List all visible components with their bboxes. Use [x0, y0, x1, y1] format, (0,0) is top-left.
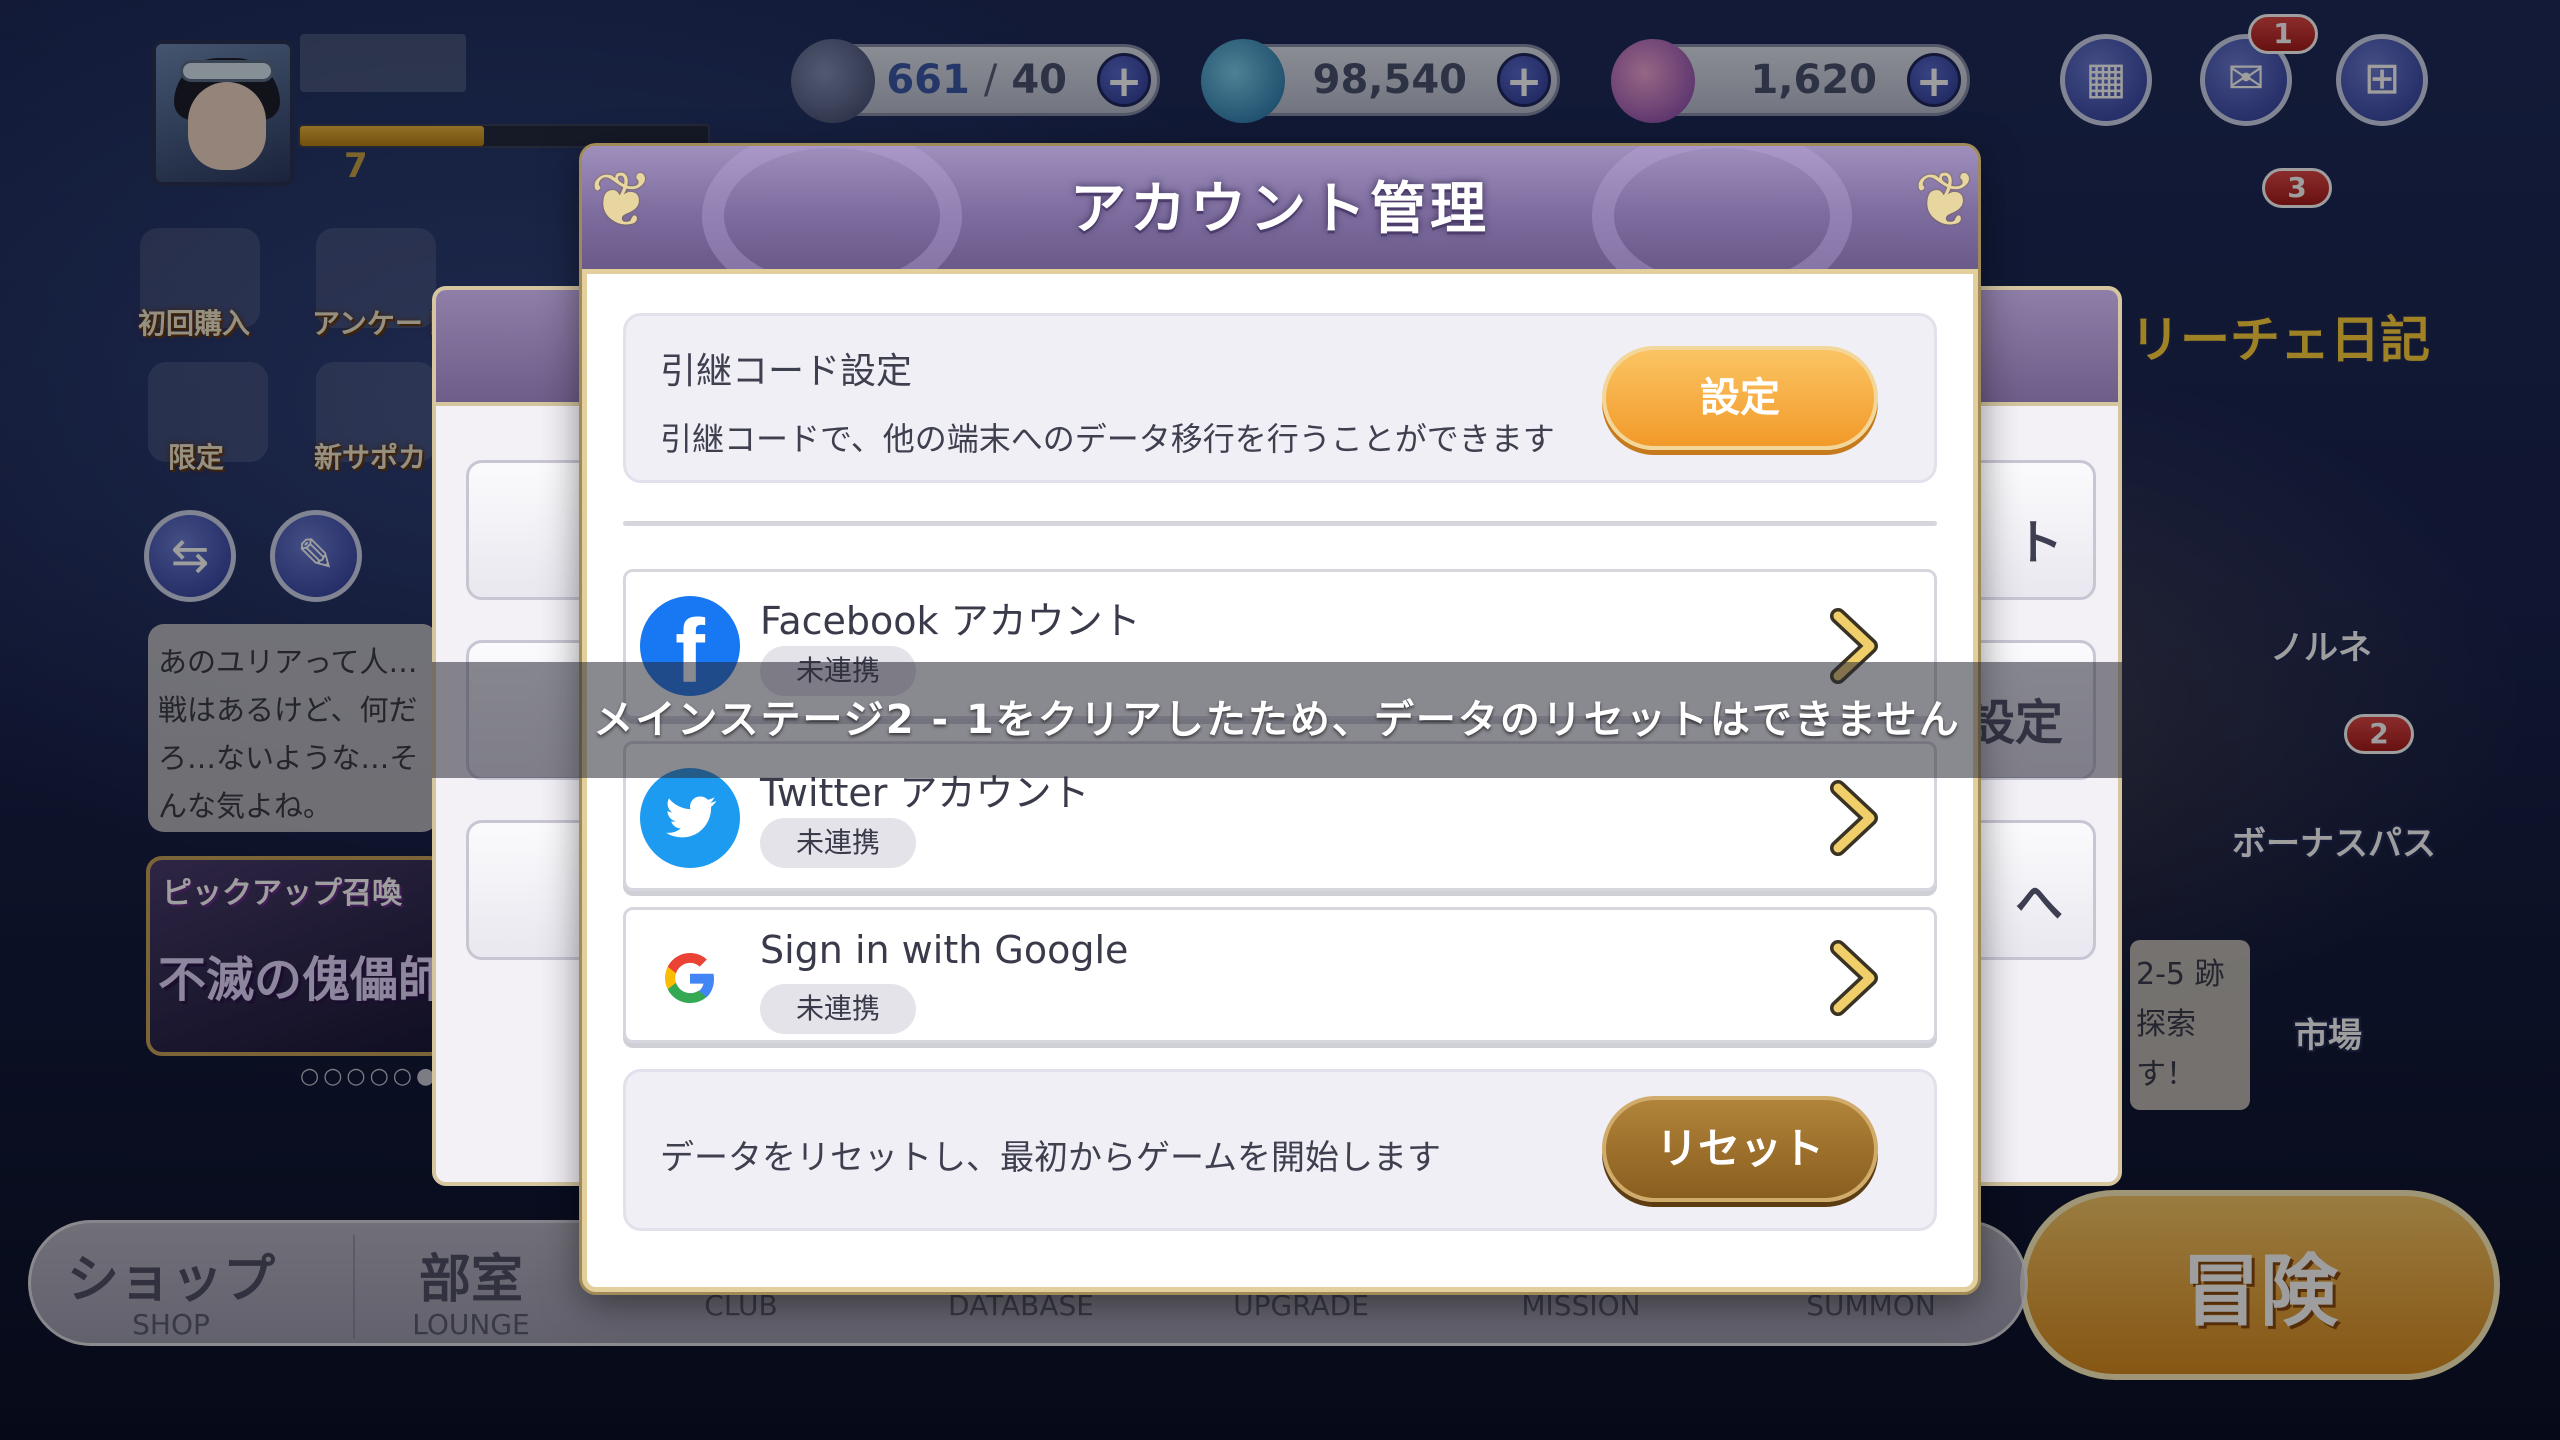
data-reset-description: データをリセットし、最初からゲームを開始します	[660, 1138, 1441, 1178]
transfer-code-title: 引継コード設定	[660, 351, 913, 392]
google-account-row[interactable]: Sign in with Google 未連携	[623, 907, 1937, 1043]
transfer-code-set-button[interactable]: 設定	[1602, 346, 1878, 450]
facebook-account-title: Facebook アカウント	[760, 599, 1141, 643]
google-g-icon	[640, 928, 740, 1028]
data-reset-button[interactable]: リセット	[1602, 1096, 1878, 1202]
settings-row-1-text: ト	[2014, 515, 2063, 571]
twitter-link-status: 未連携	[760, 818, 916, 868]
dialog-title: アカウント管理	[1070, 177, 1490, 242]
twitter-bird-icon	[640, 768, 740, 868]
chevron-right-icon	[1830, 780, 1878, 856]
transfer-code-description: 引継コードで、他の端末へのデータ移行を行うことができます	[660, 420, 1555, 458]
google-link-status: 未連携	[760, 984, 916, 1034]
transfer-code-card: 引継コード設定 引継コードで、他の端末へのデータ移行を行うことができます 設定	[623, 313, 1937, 483]
section-divider	[623, 521, 1937, 526]
corner-ornament-right: ❦	[1914, 155, 1978, 244]
data-reset-card: データをリセットし、最初からゲームを開始します リセット	[623, 1069, 1937, 1231]
settings-row-3-text: へ	[2014, 875, 2063, 931]
chevron-right-icon	[1830, 940, 1878, 1016]
corner-ornament-left: ❦	[590, 155, 654, 244]
dialog-header: アカウント管理 ❦ ❦	[582, 146, 1978, 274]
google-account-title: Sign in with Google	[760, 928, 1129, 972]
reset-unavailable-toast: メインステージ2 - 1をクリアしたため、データのリセットはできません	[432, 662, 2122, 778]
